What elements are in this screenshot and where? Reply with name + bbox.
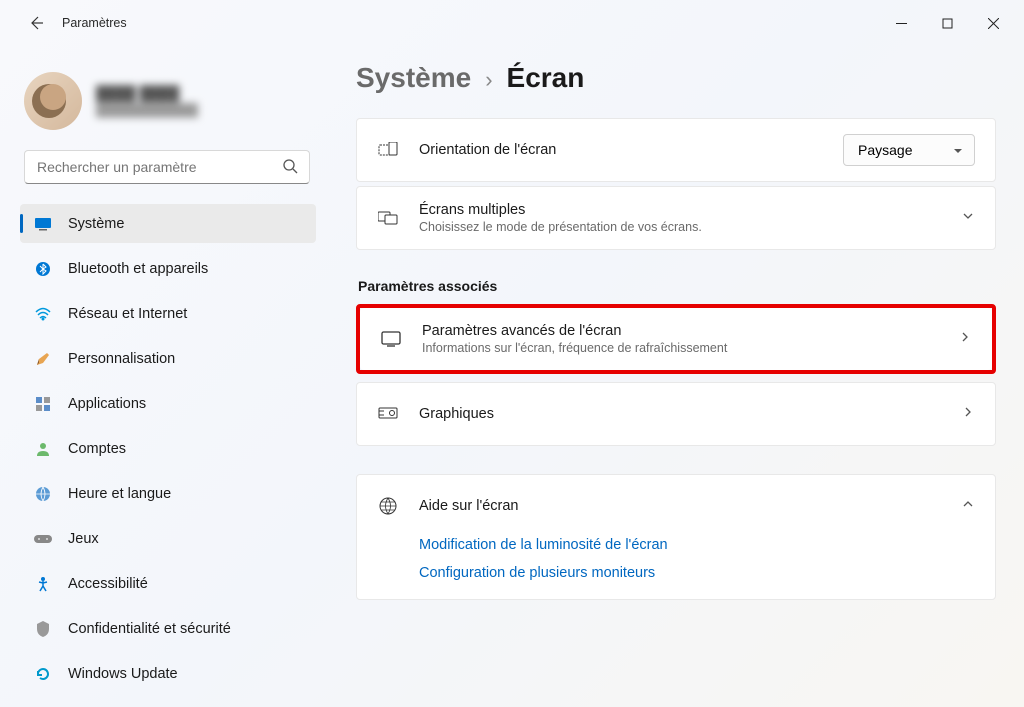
orientation-card: Orientation de l'écran Paysage [356, 118, 996, 182]
advanced-display-title: Paramètres avancés de l'écran [422, 323, 958, 339]
multiple-displays-card: Écrans multiples Choisissez le mode de p… [356, 186, 996, 250]
breadcrumb-parent[interactable]: Système [356, 62, 471, 94]
update-icon [34, 665, 52, 683]
sidebar-item-time-language[interactable]: Heure et langue [20, 474, 316, 513]
advanced-display-card: Paramètres avancés de l'écran Informatio… [360, 308, 992, 370]
chevron-up-icon [961, 497, 975, 516]
graphics-card: Graphiques [356, 382, 996, 446]
network-icon [34, 305, 52, 323]
nav: Système Bluetooth et appareils Réseau et… [20, 204, 316, 693]
chevron-right-icon [958, 330, 972, 349]
sidebar-item-accessibility[interactable]: Accessibilité [20, 564, 316, 603]
orientation-dropdown[interactable]: Paysage [843, 134, 975, 166]
page-title: Écran [507, 62, 585, 94]
sidebar: ████ ████ ████████████ Système Bluetooth… [0, 46, 326, 707]
sidebar-item-update[interactable]: Windows Update [20, 654, 316, 693]
advanced-display-row[interactable]: Paramètres avancés de l'écran Informatio… [360, 308, 992, 370]
user-text: ████ ████ ████████████ [96, 85, 198, 117]
sidebar-item-accounts[interactable]: Comptes [20, 429, 316, 468]
multiple-displays-icon [377, 207, 399, 229]
maximize-button[interactable] [924, 7, 970, 39]
help-links: Modification de la luminosité de l'écran… [357, 537, 995, 599]
search-box [24, 150, 310, 184]
back-button[interactable] [24, 11, 48, 35]
avatar [24, 72, 82, 130]
sidebar-item-gaming[interactable]: Jeux [20, 519, 316, 558]
window-title: Paramètres [62, 16, 127, 30]
close-button[interactable] [970, 7, 1016, 39]
multiple-displays-sub: Choisissez le mode de présentation de vo… [419, 220, 961, 234]
chevron-down-icon [961, 209, 975, 228]
sidebar-item-personalization[interactable]: Personnalisation [20, 339, 316, 378]
section-label: Paramètres associés [358, 278, 996, 294]
personalization-icon [34, 350, 52, 368]
orientation-icon [377, 139, 399, 161]
nav-label: Système [68, 216, 124, 232]
multiple-displays-row[interactable]: Écrans multiples Choisissez le mode de p… [357, 187, 995, 249]
breadcrumb: Système › Écran [356, 62, 996, 94]
system-icon [34, 215, 52, 233]
apps-icon [34, 395, 52, 413]
gaming-icon [34, 530, 52, 548]
minimize-button[interactable] [878, 7, 924, 39]
help-title: Aide sur l'écran [419, 498, 961, 514]
graphics-icon [377, 403, 399, 425]
nav-label: Heure et langue [68, 486, 171, 502]
user-email: ████████████ [96, 103, 198, 117]
sidebar-item-system[interactable]: Système [20, 204, 316, 243]
graphics-row[interactable]: Graphiques [357, 383, 995, 445]
nav-label: Confidentialité et sécurité [68, 621, 231, 637]
orientation-row[interactable]: Orientation de l'écran Paysage [357, 119, 995, 181]
sidebar-item-apps[interactable]: Applications [20, 384, 316, 423]
privacy-icon [34, 620, 52, 638]
nav-label: Comptes [68, 441, 126, 457]
chevron-right-icon [961, 405, 975, 424]
display-icon [380, 328, 402, 350]
time-language-icon [34, 485, 52, 503]
nav-label: Personnalisation [68, 351, 175, 367]
help-link-monitors[interactable]: Configuration de plusieurs moniteurs [419, 565, 975, 581]
nav-label: Jeux [68, 531, 99, 547]
accessibility-icon [34, 575, 52, 593]
help-icon [377, 495, 399, 517]
nav-label: Accessibilité [68, 576, 148, 592]
user-name: ████ ████ [96, 85, 198, 101]
help-card: Aide sur l'écran Modification de la lumi… [356, 474, 996, 600]
breadcrumb-separator: › [485, 67, 492, 93]
nav-label: Réseau et Internet [68, 306, 187, 322]
bluetooth-icon [34, 260, 52, 278]
search-icon [282, 158, 298, 179]
advanced-display-sub: Informations sur l'écran, fréquence de r… [422, 341, 958, 355]
accounts-icon [34, 440, 52, 458]
help-row[interactable]: Aide sur l'écran [357, 475, 995, 537]
search-input[interactable] [24, 150, 310, 184]
sidebar-item-privacy[interactable]: Confidentialité et sécurité [20, 609, 316, 648]
multiple-displays-title: Écrans multiples [419, 202, 961, 218]
window-controls [878, 7, 1016, 39]
nav-label: Applications [68, 396, 146, 412]
orientation-title: Orientation de l'écran [419, 142, 843, 158]
highlight-annotation: Paramètres avancés de l'écran Informatio… [356, 304, 996, 374]
help-link-brightness[interactable]: Modification de la luminosité de l'écran [419, 537, 975, 553]
sidebar-item-network[interactable]: Réseau et Internet [20, 294, 316, 333]
nav-label: Bluetooth et appareils [68, 261, 208, 277]
main-content: Système › Écran Orientation de l'écran P… [326, 46, 1024, 707]
user-block[interactable]: ████ ████ ████████████ [20, 58, 316, 150]
graphics-title: Graphiques [419, 406, 961, 422]
sidebar-item-bluetooth[interactable]: Bluetooth et appareils [20, 249, 316, 288]
titlebar: Paramètres [0, 0, 1024, 46]
nav-label: Windows Update [68, 666, 178, 682]
